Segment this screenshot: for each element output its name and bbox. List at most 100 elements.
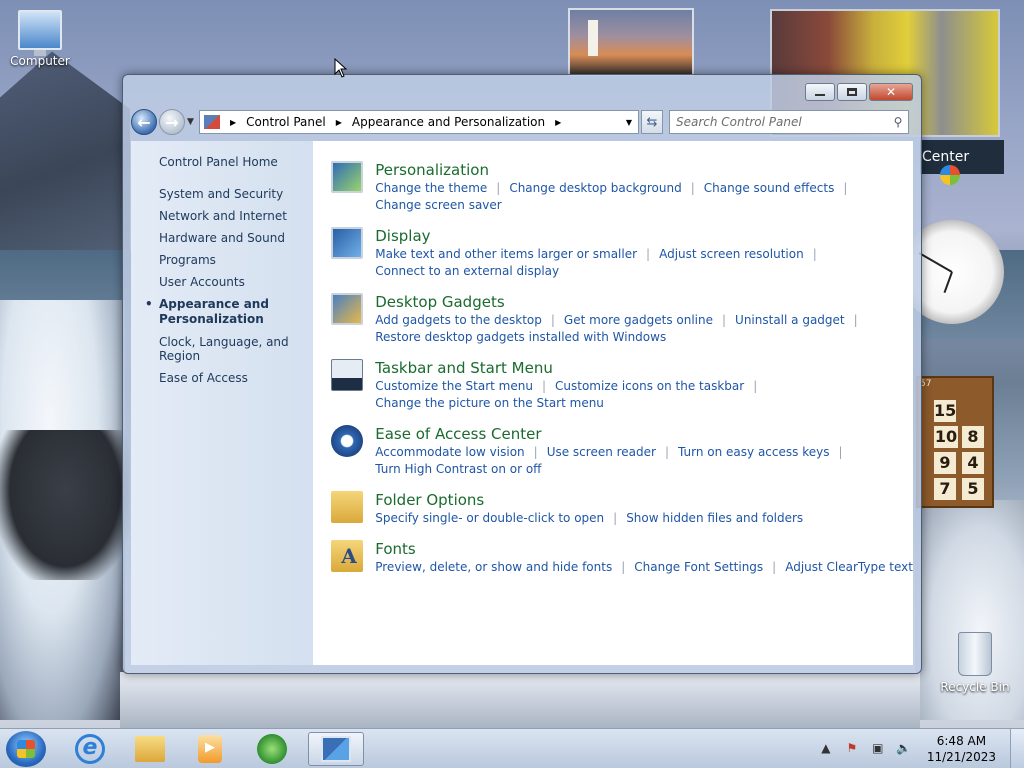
network-icon[interactable]: ▣ [870, 741, 886, 757]
address-dropdown-icon[interactable]: ▼ [620, 118, 638, 127]
link-font-settings[interactable]: Change Font Settings [634, 560, 763, 574]
search-placeholder: Search Control Panel [676, 115, 802, 129]
link-screen-reader[interactable]: Use screen reader [547, 445, 656, 459]
link-desktop-background[interactable]: Change desktop background [509, 181, 681, 195]
search-icon[interactable]: ⚲ [888, 115, 908, 129]
breadcrumb-separator-icon[interactable]: ▶ [336, 118, 342, 127]
taskbar-control-panel[interactable] [308, 732, 364, 766]
control-panel-window: ✕ ← → ▼ ▶ Control Panel ▶ Appearance and… [122, 74, 922, 674]
taskbar-clock[interactable]: 6:48 AM 11/21/2023 [927, 733, 996, 765]
puzzle-tile[interactable]: 8 [962, 426, 984, 448]
recent-pages-button[interactable]: ▼ [187, 117, 197, 127]
show-desktop-button[interactable] [1010, 729, 1024, 768]
chevron-down-icon: ▼ [187, 117, 194, 127]
sidebar-item-programs[interactable]: Programs [159, 253, 313, 267]
breadcrumb-separator-icon[interactable]: ▶ [230, 118, 236, 127]
sidebar-item-clock-region[interactable]: Clock, Language, and Region [159, 335, 313, 363]
display-icon[interactable] [331, 227, 364, 259]
category-title[interactable]: Personalization [375, 161, 856, 179]
desktop-icon-computer[interactable]: Computer [0, 10, 80, 68]
link-click-to-open[interactable]: Specify single- or double-click to open [375, 511, 604, 525]
picture-puzzle-gadget[interactable]: 57 15 10 8 9 4 7 5 [916, 376, 994, 508]
action-center-flag-icon[interactable]: ⚑ [844, 741, 860, 757]
category-title[interactable]: Taskbar and Start Menu [375, 359, 766, 377]
link-restore-gadgets[interactable]: Restore desktop gadgets installed with W… [375, 330, 666, 344]
maximize-button[interactable] [837, 83, 867, 101]
puzzle-tile[interactable]: 7 [934, 478, 956, 500]
system-tray: ▲ ⚑ ▣ 🔈 6:48 AM 11/21/2023 [813, 729, 1024, 768]
taskbar-media-center[interactable] [244, 732, 300, 766]
link-more-gadgets[interactable]: Get more gadgets online [564, 313, 713, 327]
category-title[interactable]: Folder Options [375, 491, 803, 509]
breadcrumb-separator-icon[interactable]: ▶ [555, 118, 561, 127]
search-input[interactable]: Search Control Panel ⚲ [669, 110, 909, 134]
back-button[interactable]: ← [131, 109, 157, 135]
sidebar-item-ease-of-access[interactable]: Ease of Access [159, 371, 313, 385]
link-access-keys[interactable]: Turn on easy access keys [678, 445, 829, 459]
taskbar-internet-explorer[interactable]: e [62, 732, 118, 766]
sidebar-item-appearance[interactable]: Appearance and Personalization [145, 297, 269, 327]
gadgets-icon[interactable] [331, 293, 364, 325]
sidebar-item-home[interactable]: Control Panel Home [159, 155, 313, 169]
category-title[interactable]: Fonts [375, 540, 913, 558]
windows-logo-icon [940, 165, 960, 185]
close-button[interactable]: ✕ [869, 83, 913, 101]
sidebar-item-system-security[interactable]: System and Security [159, 187, 313, 201]
breadcrumb-control-panel[interactable]: Control Panel [246, 115, 326, 129]
link-change-theme[interactable]: Change the theme [375, 181, 487, 195]
show-hidden-icons-icon[interactable]: ▲ [818, 741, 834, 757]
category-links: Preview, delete, or show and hide fonts |… [375, 560, 913, 574]
link-uninstall-gadget[interactable]: Uninstall a gadget [735, 313, 845, 327]
personalization-icon[interactable] [331, 161, 364, 193]
category-personalization: Personalization Change the theme | Change … [331, 161, 913, 214]
minimize-button[interactable] [805, 83, 835, 101]
sidebar-item-hardware-sound[interactable]: Hardware and Sound [159, 231, 313, 245]
link-customize-taskbar-icons[interactable]: Customize icons on the taskbar [555, 379, 744, 393]
category-links: Change the theme | Change desktop backgrou… [375, 181, 848, 212]
link-sound-effects[interactable]: Change sound effects [704, 181, 835, 195]
folder-options-icon[interactable] [331, 491, 364, 523]
fonts-icon[interactable] [331, 540, 364, 572]
link-text-size[interactable]: Make text and other items larger or smal… [375, 247, 637, 261]
taskbar-windows-explorer[interactable] [122, 732, 178, 766]
sidebar-item-network[interactable]: Network and Internet [159, 209, 313, 223]
puzzle-tile[interactable]: 9 [934, 452, 956, 474]
puzzle-tile[interactable]: 15 [934, 400, 956, 422]
category-list: Personalization Change the theme | Change … [313, 141, 913, 665]
taskbar-icon[interactable] [331, 359, 364, 391]
link-hidden-files[interactable]: Show hidden files and folders [626, 511, 803, 525]
link-high-contrast[interactable]: Turn High Contrast on or off [375, 462, 541, 476]
forward-button[interactable]: → [159, 109, 185, 135]
link-preview-fonts[interactable]: Preview, delete, or show and hide fonts [375, 560, 612, 574]
computer-icon [18, 10, 62, 56]
link-screen-saver[interactable]: Change screen saver [375, 198, 502, 212]
link-external-display[interactable]: Connect to an external display [375, 264, 559, 278]
link-customize-start-menu[interactable]: Customize the Start menu [375, 379, 533, 393]
category-links: Add gadgets to the desktop | Get more gadg… [375, 313, 858, 344]
puzzle-tile[interactable]: 5 [962, 478, 984, 500]
puzzle-tile[interactable]: 4 [962, 452, 984, 474]
address-bar[interactable]: ▶ Control Panel ▶ Appearance and Persona… [199, 110, 639, 134]
link-add-gadgets[interactable]: Add gadgets to the desktop [375, 313, 542, 327]
breadcrumb-appearance[interactable]: Appearance and Personalization [352, 115, 545, 129]
puzzle-tile[interactable]: 10 [934, 426, 958, 448]
category-links: Specify single- or double-click to open |… [375, 511, 804, 525]
sidebar-item-user-accounts[interactable]: User Accounts [159, 275, 313, 289]
volume-muted-icon[interactable]: 🔈 [896, 741, 912, 757]
link-cleartype[interactable]: Adjust ClearType text [785, 560, 913, 574]
refresh-button[interactable]: ⇆ [641, 110, 663, 134]
category-title[interactable]: Desktop Gadgets [375, 293, 866, 311]
taskbar-media-player[interactable] [182, 732, 238, 766]
slideshow-gadget[interactable] [568, 8, 694, 76]
recycle-bin-icon [958, 632, 992, 676]
link-screen-resolution[interactable]: Adjust screen resolution [659, 247, 804, 261]
ease-of-access-icon[interactable] [331, 425, 364, 457]
start-button[interactable] [6, 731, 46, 767]
category-title[interactable]: Display [375, 227, 826, 245]
link-start-menu-picture[interactable]: Change the picture on the Start menu [375, 396, 604, 410]
desktop-icon-recycle-bin[interactable]: Recycle Bin [935, 632, 1015, 694]
link-low-vision[interactable]: Accommodate low vision [375, 445, 524, 459]
category-title[interactable]: Ease of Access Center [375, 425, 851, 443]
media-center-gadget-label[interactable]: Center [920, 140, 1004, 185]
control-panel-icon [204, 115, 220, 129]
